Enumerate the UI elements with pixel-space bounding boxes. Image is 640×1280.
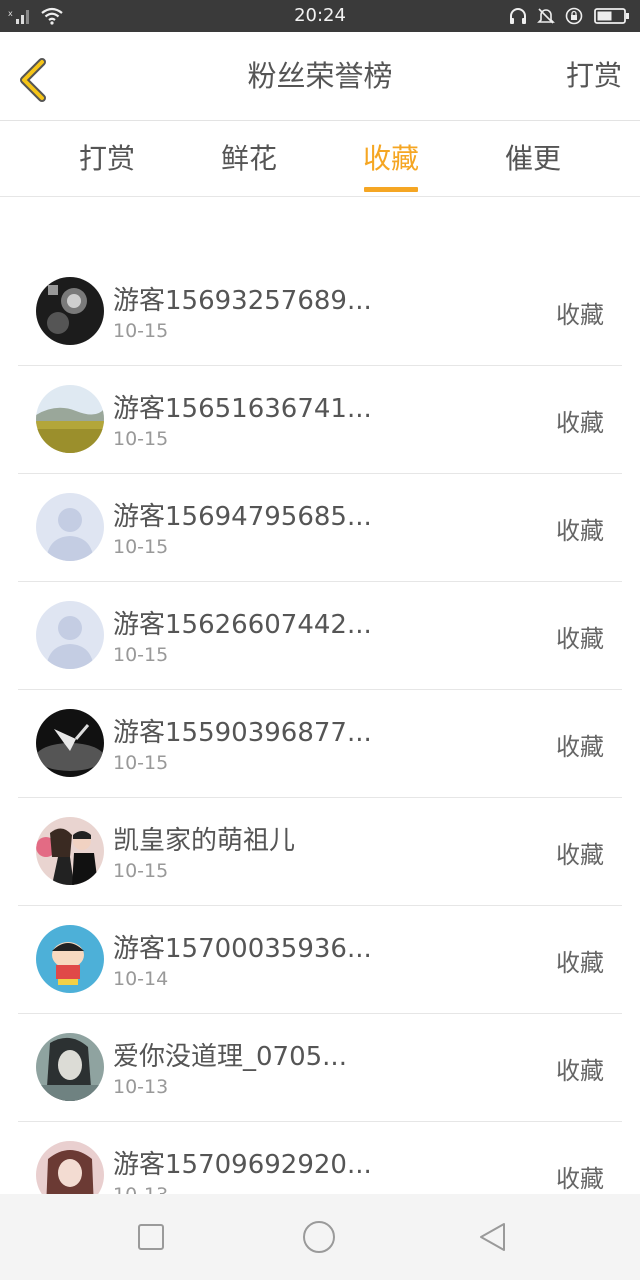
rotation-lock-icon xyxy=(564,7,586,25)
headphones-icon xyxy=(508,7,528,25)
tab-favorites[interactable]: 收藏 xyxy=(331,121,451,196)
recent-apps-button[interactable] xyxy=(137,1223,165,1255)
fan-action-type: 收藏 xyxy=(556,409,604,437)
home-button[interactable] xyxy=(302,1220,336,1258)
fan-name: 游客15709692920... xyxy=(113,1150,372,1180)
battery-icon xyxy=(594,7,630,25)
fan-date: 10-15 xyxy=(113,644,169,666)
tab-label: 打赏 xyxy=(78,142,135,175)
avatar xyxy=(36,709,104,777)
fan-row[interactable]: 爱你没道理_0705... 10-13 收藏 xyxy=(18,1014,622,1122)
tab-label: 催更 xyxy=(504,142,561,175)
avatar xyxy=(36,493,104,561)
avatar xyxy=(36,925,104,993)
avatar xyxy=(36,601,104,669)
fan-row[interactable]: 游客15626607442... 10-15 收藏 xyxy=(18,582,622,690)
fan-row[interactable]: 游客15700035936... 10-14 收藏 xyxy=(18,906,622,1014)
square-icon xyxy=(137,1224,165,1255)
fan-date: 10-15 xyxy=(113,536,169,558)
fan-action-type: 收藏 xyxy=(556,1165,604,1193)
tab-flowers[interactable]: 鲜花 xyxy=(189,121,309,196)
fan-action-type: 收藏 xyxy=(556,733,604,761)
mute-bell-icon xyxy=(536,7,556,25)
tab-reward[interactable]: 打赏 xyxy=(47,121,167,196)
ranking-tabs: 打赏 鲜花 收藏 催更 xyxy=(0,121,640,197)
circle-icon xyxy=(302,1221,336,1258)
fan-row[interactable]: 游客15693257689... 10-15 收藏 xyxy=(18,258,622,366)
fan-name: 游客15693257689... xyxy=(113,286,372,316)
avatar xyxy=(36,277,104,345)
system-navigation-bar xyxy=(0,1194,640,1280)
fan-name: 游客15694795685... xyxy=(113,502,372,532)
fan-row[interactable]: 游客15694795685... 10-15 收藏 xyxy=(18,474,622,582)
tab-label: 鲜花 xyxy=(220,142,277,175)
fan-date: 10-15 xyxy=(113,428,169,450)
fan-name: 凯皇家的萌祖儿 xyxy=(113,826,296,856)
fan-name: 游客15626607442... xyxy=(113,610,372,640)
fan-action-type: 收藏 xyxy=(556,841,604,869)
fan-date: 10-15 xyxy=(113,320,169,342)
active-tab-indicator xyxy=(364,187,418,192)
fan-name: 游客15651636741... xyxy=(113,394,372,424)
fan-date: 10-13 xyxy=(113,1076,169,1098)
fan-date: 10-15 xyxy=(113,860,169,882)
back-nav-button[interactable] xyxy=(478,1222,508,1256)
fan-date: 10-15 xyxy=(113,752,169,774)
avatar xyxy=(36,1033,104,1101)
fan-action-type: 收藏 xyxy=(556,625,604,653)
fan-action-type: 收藏 xyxy=(556,517,604,545)
reward-button[interactable]: 打赏 xyxy=(566,32,622,120)
status-bar: x 20:24 xyxy=(0,0,640,32)
fan-row[interactable]: 游客15590396877... 10-15 收藏 xyxy=(18,690,622,798)
app-header: 粉丝荣誉榜 打赏 xyxy=(0,32,640,121)
tab-urge-update[interactable]: 催更 xyxy=(473,121,593,196)
fan-list: 游客15693257689... 10-15 收藏 游客15651636741.… xyxy=(0,258,640,1230)
tab-label: 收藏 xyxy=(362,142,419,175)
fan-action-type: 收藏 xyxy=(556,1057,604,1085)
fan-action-type: 收藏 xyxy=(556,301,604,329)
page-title: 粉丝荣誉榜 xyxy=(247,59,393,93)
fan-name: 爱你没道理_0705... xyxy=(113,1042,347,1072)
fan-row[interactable]: 游客15651636741... 10-15 收藏 xyxy=(18,366,622,474)
fan-row[interactable]: 凯皇家的萌祖儿 10-15 收藏 xyxy=(18,798,622,906)
fan-action-type: 收藏 xyxy=(556,949,604,977)
avatar xyxy=(36,817,104,885)
fan-name: 游客15590396877... xyxy=(113,718,372,748)
fan-name: 游客15700035936... xyxy=(113,934,372,964)
triangle-back-icon xyxy=(478,1223,508,1256)
avatar xyxy=(36,385,104,453)
fan-date: 10-14 xyxy=(113,968,169,990)
